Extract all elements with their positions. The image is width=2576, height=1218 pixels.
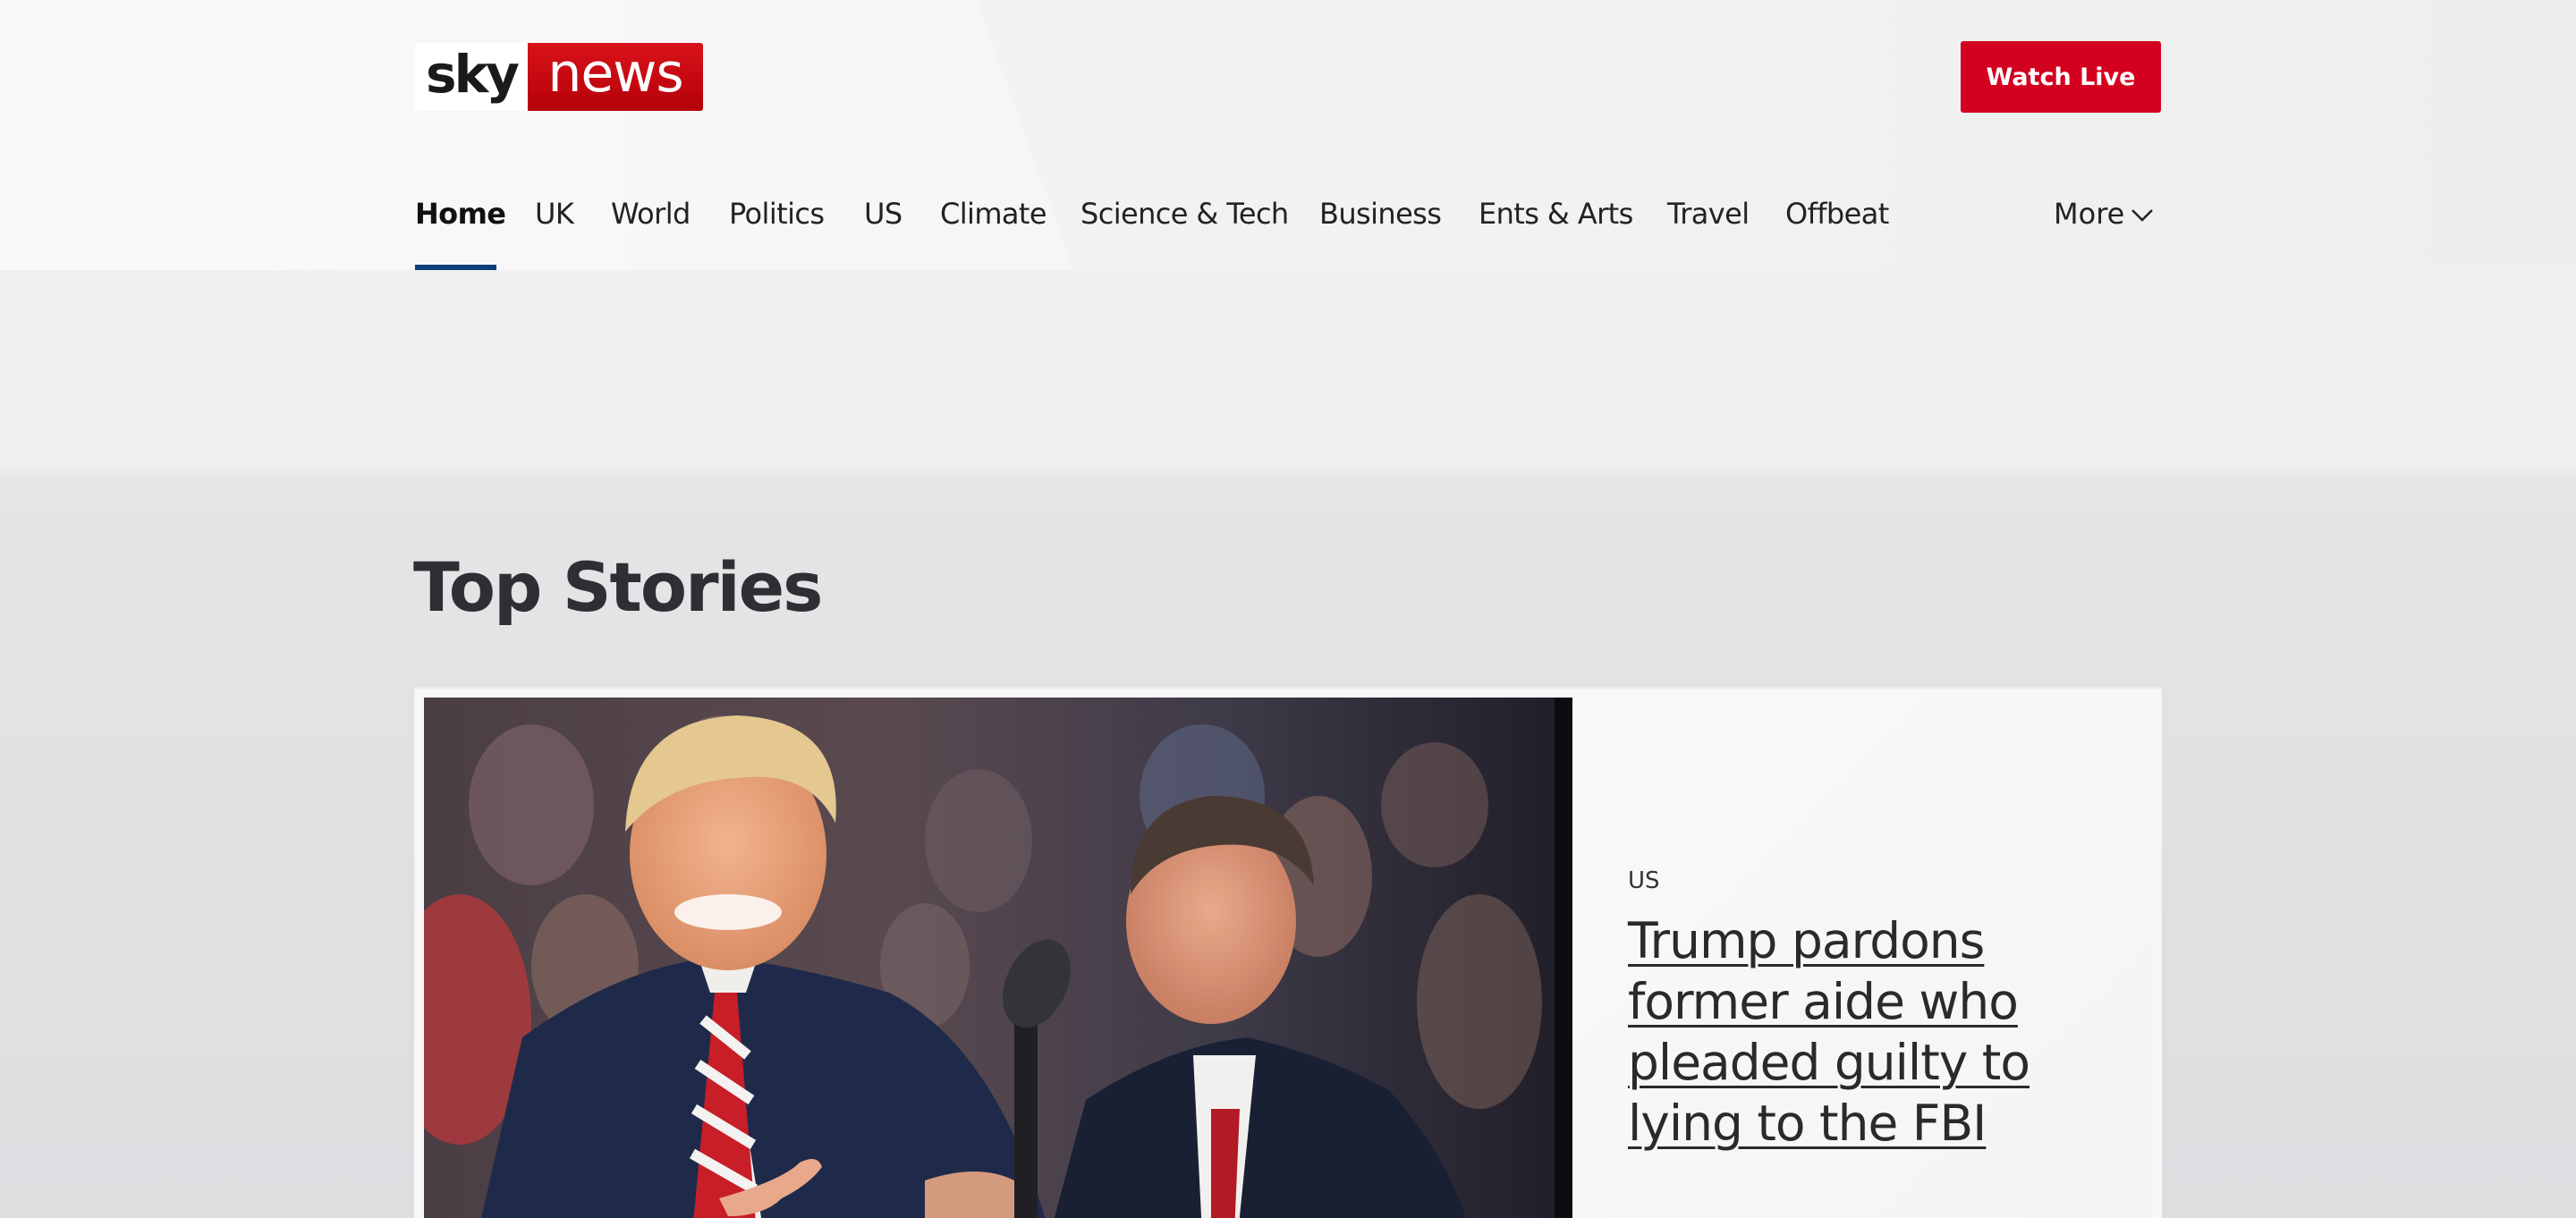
nav-item-travel[interactable]: Travel [1667, 197, 1750, 250]
story-headline-link[interactable]: Trump pardons former aide who pleaded gu… [1628, 910, 2093, 1154]
nav-item-world[interactable]: World [611, 197, 691, 250]
page: sky news Watch Live Home UK World Politi… [0, 0, 2576, 1218]
watch-live-button[interactable]: Watch Live [1961, 41, 2161, 113]
more-label: More [2054, 197, 2125, 231]
chevron-down-icon [2131, 209, 2154, 222]
nav-item-offbeat[interactable]: Offbeat [1785, 197, 1889, 250]
more-menu-button[interactable]: More [2054, 197, 2155, 250]
logo-sky-text: sky [415, 43, 528, 111]
lead-story-photo [424, 698, 1572, 1218]
lead-story-text-panel: US Trump pardons former aide who pleaded… [1572, 696, 2152, 1218]
sky-news-logo[interactable]: sky news [415, 43, 703, 111]
nav-item-climate[interactable]: Climate [940, 197, 1047, 250]
top-stories-heading: Top Stories [413, 547, 823, 627]
main-nav: Home UK World Politics US Climate Scienc… [0, 188, 2576, 270]
nav-item-ents-arts[interactable]: Ents & Arts [1479, 197, 1633, 250]
nav-item-politics[interactable]: Politics [729, 197, 825, 250]
nav-item-business[interactable]: Business [1319, 197, 1442, 250]
nav-item-science-tech[interactable]: Science & Tech [1080, 197, 1289, 250]
active-nav-indicator [415, 265, 496, 270]
nav-item-home[interactable]: Home [415, 197, 506, 250]
lead-story-card[interactable]: US Trump pardons former aide who pleaded… [415, 689, 2161, 1218]
story-category-label[interactable]: US [1628, 867, 1660, 894]
logo-news-text: news [528, 43, 703, 111]
site-header: sky news Watch Live Home UK World Politi… [0, 0, 2576, 270]
nav-item-us[interactable]: US [864, 197, 902, 250]
lead-story-image[interactable] [424, 698, 1572, 1218]
nav-item-uk[interactable]: UK [535, 197, 574, 250]
